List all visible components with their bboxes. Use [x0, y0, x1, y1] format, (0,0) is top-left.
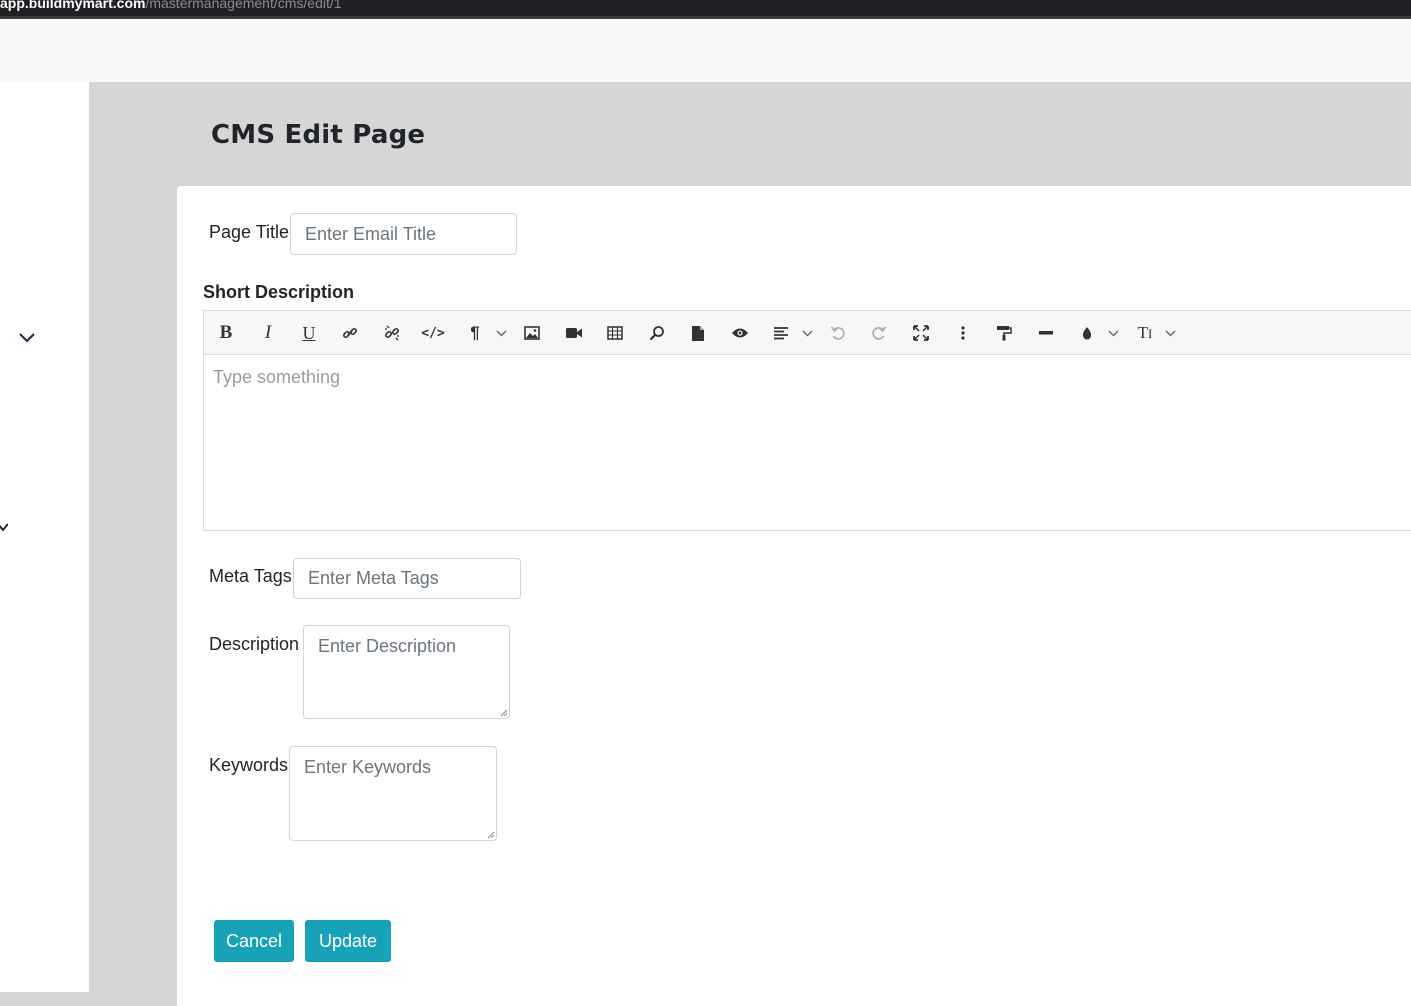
sidebar — [0, 82, 89, 992]
description-label: Description — [209, 634, 300, 654]
file-icon[interactable] — [688, 321, 708, 345]
keywords-label: Keywords — [209, 755, 289, 775]
underline-icon[interactable]: U — [299, 321, 319, 345]
fullscreen-icon[interactable] — [911, 321, 931, 345]
link-icon[interactable] — [340, 321, 360, 345]
chevron-down-icon[interactable] — [1163, 321, 1177, 345]
resize-grip-icon[interactable] — [499, 708, 508, 717]
redo-icon[interactable] — [869, 321, 889, 345]
meta-tags-label: Meta Tags — [209, 566, 292, 586]
keywords-textarea[interactable]: Enter Keywords — [289, 746, 497, 841]
cancel-button[interactable]: Cancel — [214, 920, 294, 962]
code-view-icon[interactable]: </> — [421, 321, 444, 345]
chevron-down-icon[interactable] — [18, 332, 36, 344]
more-icon[interactable] — [953, 321, 973, 345]
editor-toolbar: B I U </> ¶ TI — [204, 311, 1411, 355]
horizontal-rule-icon[interactable] — [1036, 321, 1056, 345]
description-textarea[interactable]: Enter Description — [303, 625, 510, 719]
page-title-label: Page Title — [209, 222, 290, 242]
meta-tags-placeholder: Enter Meta Tags — [308, 568, 439, 588]
align-icon[interactable] — [771, 321, 791, 345]
search-icon[interactable] — [647, 321, 667, 345]
page-title-input[interactable]: Enter Email Title — [290, 213, 517, 255]
description-placeholder: Enter Description — [318, 636, 457, 656]
format-painter-icon[interactable] — [994, 321, 1014, 345]
keywords-placeholder: Enter Keywords — [304, 757, 432, 777]
url-path: /mastermanagement/cms/edit/1 — [145, 0, 342, 11]
italic-icon[interactable]: I — [258, 321, 278, 345]
unlink-icon[interactable] — [382, 321, 402, 345]
paragraph-icon[interactable]: ¶ — [465, 321, 485, 345]
chevron-down-icon[interactable] — [0, 522, 8, 534]
preview-icon[interactable] — [730, 321, 750, 345]
main-content: CMS Edit Page Page Title Enter Email Tit… — [89, 82, 1411, 1006]
undo-icon[interactable] — [828, 321, 848, 345]
form-card: Page Title Enter Email Title Short Descr… — [177, 186, 1411, 1006]
chevron-down-icon[interactable] — [800, 321, 814, 345]
editor-placeholder: Type something — [213, 367, 341, 387]
page-title: CMS Edit Page — [211, 120, 426, 150]
font-size-icon[interactable]: TI — [1134, 321, 1156, 345]
short-description-label: Short Description — [203, 282, 355, 302]
video-icon[interactable] — [564, 321, 584, 345]
resize-grip-icon[interactable] — [486, 830, 495, 839]
rich-text-editor[interactable]: B I U </> ¶ TI Type something — [203, 310, 1411, 531]
chevron-down-icon[interactable] — [494, 321, 508, 345]
image-icon[interactable] — [522, 321, 542, 345]
url-host: app.buildmymart.com — [0, 0, 146, 11]
top-navbar — [0, 19, 1411, 82]
update-button[interactable]: Update — [305, 920, 391, 962]
table-icon[interactable] — [605, 321, 625, 345]
chevron-down-icon[interactable] — [1106, 321, 1120, 345]
meta-tags-input[interactable]: Enter Meta Tags — [293, 558, 521, 599]
browser-address-bar: app.buildmymart.com/mastermanagement/cms… — [0, 0, 1411, 19]
color-icon[interactable] — [1077, 321, 1097, 345]
page-title-placeholder: Enter Email Title — [305, 223, 437, 244]
browser-url[interactable]: app.buildmymart.com/mastermanagement/cms… — [0, 0, 342, 11]
bold-icon[interactable]: B — [216, 321, 236, 345]
